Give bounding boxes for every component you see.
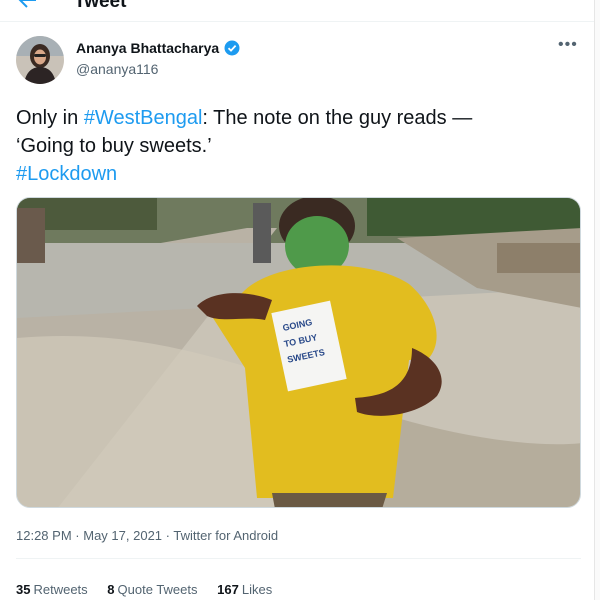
tweet-text: Only in #WestBengal: The note on the guy…: [16, 104, 576, 188]
tweet-date[interactable]: May 17, 2021: [83, 528, 162, 543]
separator-dot: ·: [75, 528, 80, 543]
hashtag-lockdown[interactable]: #Lockdown: [16, 160, 576, 188]
author-handle[interactable]: @ananya116: [76, 61, 158, 77]
retweets-stat[interactable]: 35 Retweets: [16, 582, 88, 597]
divider: [16, 558, 581, 559]
tweet-time[interactable]: 12:28 PM: [16, 528, 72, 543]
tweet-text-line-1: Only in #WestBengal: The note on the guy…: [16, 104, 576, 132]
page-title: Tweet: [74, 0, 127, 12]
scrollbar[interactable]: [594, 0, 600, 600]
tweet-text-prefix: Only in: [16, 107, 84, 129]
hashtag-westbengal[interactable]: #WestBengal: [84, 107, 203, 129]
tweet-metadata: 12:28 PM · May 17, 2021 · Twitter for An…: [16, 528, 278, 543]
quote-tweets-stat[interactable]: 8 Quote Tweets: [107, 582, 197, 597]
avatar[interactable]: [16, 36, 64, 84]
likes-stat[interactable]: 167 Likes: [217, 582, 272, 597]
tweet-media-image[interactable]: GOING TO BUY SWEETS: [16, 197, 581, 508]
tweet-text-line-2: ‘Going to buy sweets.’: [16, 135, 212, 157]
retweets-count: 35: [16, 582, 31, 597]
quote-tweets-label: Quote Tweets: [117, 582, 198, 597]
author-name[interactable]: Ananya Bhattacharya: [76, 40, 219, 56]
tweet-text-middle: : The note on the guy reads —: [202, 107, 473, 129]
quote-tweets-count: 8: [107, 582, 115, 597]
arrow-left-icon[interactable]: [18, 0, 38, 10]
top-bar: Tweet: [0, 0, 600, 22]
retweets-label: Retweets: [33, 582, 88, 597]
likes-label: Likes: [241, 582, 273, 597]
verified-badge-icon: [224, 40, 240, 56]
separator-dot: ·: [165, 528, 170, 543]
tweet-source[interactable]: Twitter for Android: [173, 528, 278, 543]
more-horizontal-icon[interactable]: •••: [558, 36, 578, 54]
likes-count: 167: [217, 582, 239, 597]
tweet-stats: 35 Retweets 8 Quote Tweets 167 Likes: [16, 582, 288, 597]
